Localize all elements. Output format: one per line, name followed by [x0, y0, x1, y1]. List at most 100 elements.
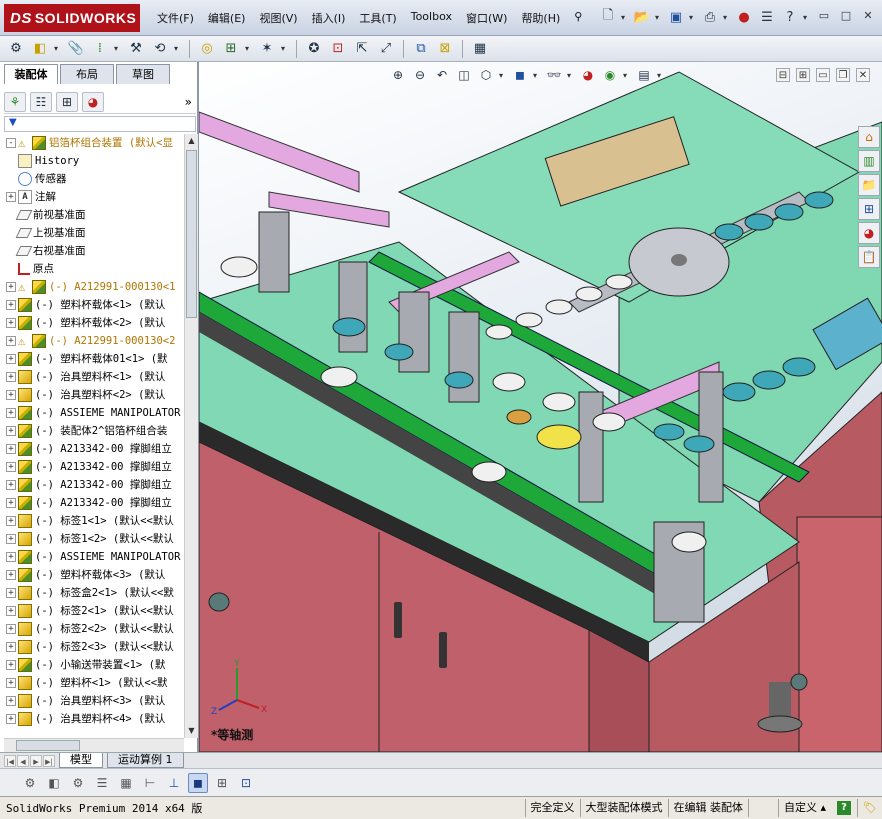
tree-node[interactable]: + (-) ASSIEME MANIPOLATOR — [0, 548, 184, 566]
next-tab-icon[interactable]: ▶ — [30, 754, 42, 767]
hide-show-items-icon[interactable]: 👓 — [545, 66, 563, 84]
previous-tab-icon[interactable]: ◀ — [17, 754, 29, 767]
assembly-features-icon[interactable]: ⊞ — [221, 39, 241, 59]
menu-edit[interactable]: 编辑(E) — [201, 8, 253, 28]
expand-icon[interactable]: + — [6, 426, 16, 436]
tree-node[interactable]: - ⚠ 铝箔杯组合装置 (默认<显 — [0, 134, 184, 152]
expand-icon[interactable]: + — [6, 336, 16, 346]
menu-insert[interactable]: 插入(I) — [305, 8, 353, 28]
tag-icon[interactable]: 🏷 — [857, 799, 882, 817]
show-hidden-icon[interactable]: ◎ — [197, 39, 217, 59]
chevron-down-icon[interactable]: ▾ — [533, 71, 541, 80]
tree-node[interactable]: + (-) 标签2<3> (默认<<默认 — [0, 638, 184, 656]
view-settings-icon[interactable]: ▤ — [635, 66, 653, 84]
menu-tools[interactable]: 工具(T) — [352, 8, 403, 28]
display-manager-icon[interactable]: ◕ — [82, 91, 104, 112]
tab-layout[interactable]: 布局 — [60, 64, 114, 84]
close-icon[interactable]: ✕ — [856, 68, 870, 82]
file-explorer-icon[interactable]: 📁 — [858, 174, 880, 196]
move-component-icon[interactable]: ⟲ — [150, 39, 170, 59]
tree-node[interactable]: + (-) ASSIEME MANIPOLATOR — [0, 404, 184, 422]
assembly-model-render[interactable] — [199, 62, 882, 752]
open-folder-icon[interactable]: 📂 — [632, 7, 652, 27]
expand-icon[interactable]: + — [6, 660, 16, 670]
help-icon[interactable]: ? — [780, 7, 800, 27]
zoom-to-area-icon[interactable]: ⊖ — [411, 66, 429, 84]
tree-node[interactable]: + (-) 塑料杯<1> (默认<<默 — [0, 674, 184, 692]
tree-node[interactable]: 原点 — [0, 260, 184, 278]
assembly-component-icon[interactable]: ⚙ — [68, 773, 88, 793]
tree-horizontal-scrollbar[interactable] — [4, 738, 184, 752]
chevron-down-icon[interactable]: ▾ — [281, 44, 289, 53]
tree-node[interactable]: + (-) 标签2<2> (默认<<默认 — [0, 620, 184, 638]
chevron-down-icon[interactable]: ▾ — [54, 44, 62, 53]
menu-help[interactable]: 帮助(H) — [514, 8, 567, 28]
tree-vertical-scrollbar[interactable]: ▲ ▼ — [184, 134, 198, 738]
tile-vertical-icon[interactable]: ⊞ — [796, 68, 810, 82]
custom-properties-icon[interactable]: 📋 — [858, 246, 880, 268]
linear-pattern-icon[interactable]: ⁞ — [90, 39, 110, 59]
tile-horizontal-icon[interactable]: ⊟ — [776, 68, 790, 82]
tree-node[interactable]: + (-) A213342-00 撑脚组立 — [0, 458, 184, 476]
tree-node[interactable]: + (-) 小输送带装置<1> (默 — [0, 656, 184, 674]
tree-node[interactable]: + (-) 塑料杯载体<2> (默认 — [0, 314, 184, 332]
expand-icon[interactable]: + — [6, 408, 16, 418]
collapse-icon[interactable]: - — [6, 138, 16, 148]
tab-motion-study[interactable]: 运动算例 1 — [107, 753, 184, 768]
section-view-icon[interactable]: ◫ — [455, 66, 473, 84]
view-palette-icon[interactable]: ⊞ — [858, 198, 880, 220]
insert-component-icon[interactable]: ⚙ — [6, 39, 26, 59]
chevron-down-icon[interactable]: ▾ — [723, 13, 731, 22]
tree-node[interactable]: History — [0, 152, 184, 170]
close-icon[interactable]: ✕ — [860, 8, 876, 22]
tree-node[interactable]: + (-) 塑料杯载体<1> (默认 — [0, 296, 184, 314]
graphics-area[interactable]: ⊕ ⊖ ↶ ◫ ⬡ ▾ ◼ ▾ 👓 ▾ ◕ ◉ ▾ ▤ ▾ ⊟ ⊞ ▭ ❐ ✕ ⌂ ▥ 📁… — [199, 62, 882, 752]
tree-node[interactable]: 上视基准面 — [0, 224, 184, 242]
tree-node[interactable]: + (-) 塑料杯载体01<1> (默 — [0, 350, 184, 368]
expand-icon[interactable]: + — [6, 552, 16, 562]
tree-node[interactable]: + (-) 治具塑料杯<3> (默认 — [0, 692, 184, 710]
part-icon[interactable]: ◧ — [44, 773, 64, 793]
chevron-down-icon[interactable]: ▾ — [499, 71, 507, 80]
chevron-down-icon[interactable]: ▾ — [689, 13, 697, 22]
save-icon[interactable]: ▣ — [666, 7, 686, 27]
explode-line-sketch-icon[interactable]: ⤢ — [376, 39, 396, 59]
instant3d-icon[interactable]: ▦ — [470, 39, 490, 59]
shaded-view-icon[interactable]: ◼ — [188, 772, 208, 793]
maximize-icon[interactable]: □ — [838, 8, 854, 22]
property-manager-icon[interactable]: ☷ — [30, 91, 52, 112]
chevron-down-icon[interactable]: ▾ — [657, 71, 665, 80]
tree-node[interactable]: + (-) A213342-00 撑脚组立 — [0, 476, 184, 494]
chevron-down-icon[interactable]: ▾ — [114, 44, 122, 53]
tree-node[interactable]: + (-) 装配体2^铝箔杯组合装 — [0, 422, 184, 440]
chevron-down-icon[interactable]: ▾ — [803, 13, 811, 22]
expand-icon[interactable]: + — [6, 282, 16, 292]
previous-view-icon[interactable]: ↶ — [433, 66, 451, 84]
reference-geometry-icon[interactable]: ✶ — [257, 39, 277, 59]
tree-node[interactable]: + (-) A213342-00 撑脚组立 — [0, 494, 184, 512]
exploded-view-icon[interactable]: ⇱ — [352, 39, 372, 59]
scroll-up-icon[interactable]: ▲ — [185, 134, 198, 148]
appearances-icon[interactable]: ◕ — [858, 222, 880, 244]
tree-node[interactable]: + (-) 治具塑料杯<1> (默认 — [0, 368, 184, 386]
last-tab-icon[interactable]: ▶| — [43, 754, 55, 767]
expand-icon[interactable]: + — [6, 570, 16, 580]
expand-icon[interactable]: + — [6, 624, 16, 634]
home-icon[interactable]: ⌂ — [858, 126, 880, 148]
bill-of-materials-icon[interactable]: ⊡ — [328, 39, 348, 59]
scroll-down-icon[interactable]: ▼ — [185, 724, 198, 738]
feature-tree-icon[interactable]: ⚘ — [4, 91, 26, 112]
chevron-down-icon[interactable]: ▾ — [623, 71, 631, 80]
expand-icon[interactable]: + — [6, 534, 16, 544]
zoom-to-fit-icon[interactable]: ⊕ — [389, 66, 407, 84]
chevron-down-icon[interactable]: ▾ — [655, 13, 663, 22]
expand-icon[interactable]: + — [6, 588, 16, 598]
help-icon[interactable]: ? — [837, 801, 852, 815]
tab-sketch[interactable]: 草图 — [116, 64, 170, 84]
assembly-icon[interactable]: ◧ — [30, 39, 50, 59]
grid-icon[interactable]: ▦ — [116, 773, 136, 793]
expand-icon[interactable]: + — [6, 714, 16, 724]
chevron-right-icon[interactable]: » — [185, 95, 192, 109]
expand-icon[interactable]: + — [6, 354, 16, 364]
new-document-icon[interactable]: 🗋 — [598, 7, 618, 27]
